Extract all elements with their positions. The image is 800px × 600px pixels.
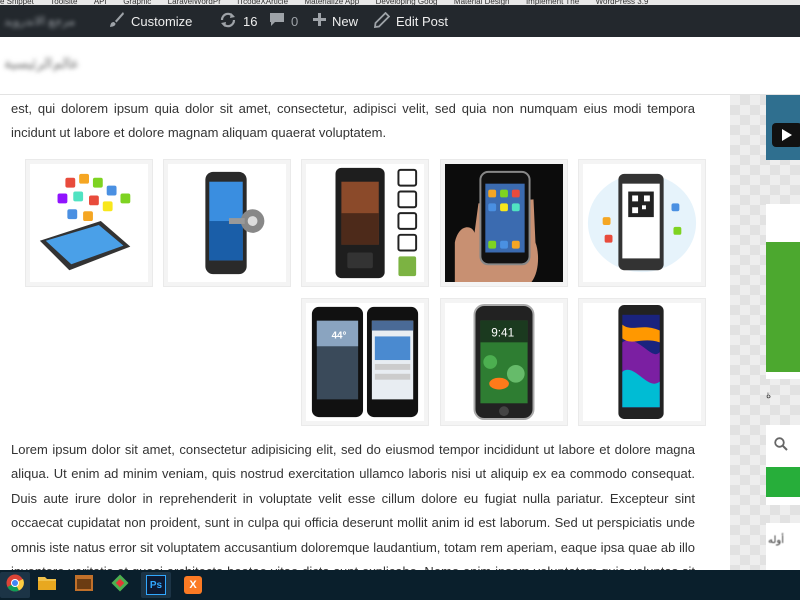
gallery-thumbnail[interactable]: 9:41 (440, 298, 568, 426)
admin-bar: مرجع الاندرويد Customize 16 0 New Edit P… (0, 5, 800, 37)
nav-item[interactable]: الرئيسية (4, 55, 52, 72)
gallery-thumbnail[interactable] (578, 298, 706, 426)
updates-count: 16 (243, 13, 258, 29)
nav-item[interactable]: عالم (53, 55, 79, 72)
bookmark[interactable]: Developing Goog (376, 0, 438, 5)
sidebar-widget (766, 204, 800, 379)
gallery-thumbnail[interactable]: 44° (301, 298, 429, 426)
rugged-phone-image (306, 164, 424, 282)
comment-bubble-icon (269, 12, 285, 30)
edit-post-button[interactable]: Edit Post (373, 5, 449, 37)
gallery-thumbnail[interactable] (440, 159, 568, 287)
photoshop-taskbar-button[interactable]: Ps (141, 572, 171, 598)
play-icon[interactable] (772, 123, 800, 147)
sidebar-widget: أوله (766, 523, 800, 570)
bookmark[interactable]: Implement The (526, 0, 579, 5)
qr-code-phone-image (583, 164, 701, 282)
new-content-button[interactable]: New (313, 5, 358, 37)
galaxy-phone-image (583, 303, 701, 421)
sidebar: ة أوله (730, 95, 800, 570)
plus-icon (313, 13, 326, 29)
chrome-taskbar-button[interactable] (0, 572, 30, 598)
bookmark[interactable]: API (94, 0, 107, 5)
weather-temperature: 44° (332, 330, 347, 341)
iphone-clownfish-image: 9:41 (445, 303, 563, 421)
comments-button[interactable]: 0 (269, 5, 298, 37)
edit-post-label: Edit Post (396, 13, 449, 29)
bookmark[interactable]: iTcodeXArticle (237, 0, 288, 5)
refresh-icon (219, 12, 237, 31)
bookmark[interactable]: Material Design (454, 0, 510, 5)
sidebar-search-widget (766, 425, 800, 505)
bookmark[interactable]: Toolsite (50, 0, 77, 5)
hand-iphone-image (445, 164, 563, 282)
bookmark[interactable]: e Snippet (0, 0, 34, 5)
photoshop-icon: Ps (146, 575, 166, 595)
chrome-icon (6, 574, 24, 597)
customize-label: Customize (131, 13, 193, 29)
xampp-icon: X (184, 576, 202, 594)
phone-clock: 9:41 (491, 325, 514, 339)
bookmark[interactable]: Graphic (123, 0, 151, 5)
sidebar-label: ة (766, 390, 772, 401)
gallery-thumbnail[interactable] (25, 159, 153, 287)
site-header: عالم الرئيسية (0, 37, 800, 95)
gallery-thumbnail[interactable] (163, 159, 291, 287)
phone-key-image (168, 164, 286, 282)
intro-paragraph: est, qui dolorem ipsum quia dolor sit am… (11, 101, 695, 141)
git-diamond-icon (111, 574, 129, 597)
sidebar-banner[interactable] (766, 242, 800, 372)
gallery-thumbnail[interactable] (578, 159, 706, 287)
paintbrush-icon (108, 11, 125, 31)
app-taskbar-button[interactable] (69, 572, 99, 598)
article-content: est, qui dolorem ipsum quia dolor sit am… (0, 95, 730, 570)
new-label: New (332, 13, 359, 29)
bookmark[interactable]: LaravelWordPr (168, 0, 221, 5)
xampp-taskbar-button[interactable]: X (178, 572, 208, 598)
pencil-icon (373, 11, 391, 31)
window-app-icon (75, 574, 93, 596)
two-iphones-image: 44° (306, 303, 424, 421)
bookmark[interactable]: WordPress 3.9 (596, 0, 649, 5)
bookmark[interactable]: Materialize App (304, 0, 359, 5)
app-icons-phone-image (30, 164, 148, 282)
search-submit-button[interactable] (766, 467, 800, 497)
body-paragraph: Lorem ipsum dolor sit amet, consectetur … (11, 442, 695, 570)
updates-button[interactable]: 16 (219, 5, 257, 37)
sidebar-widget-title: أوله (768, 535, 785, 546)
search-icon[interactable] (774, 437, 788, 456)
explorer-taskbar-button[interactable] (32, 572, 62, 598)
comments-count: 0 (291, 13, 299, 29)
sidebar-video-thumbnail[interactable] (766, 95, 800, 160)
gallery-thumbnail[interactable] (301, 159, 429, 287)
folder-icon (38, 575, 56, 596)
site-name-link[interactable]: مرجع الاندرويد (4, 5, 75, 37)
customize-button[interactable]: Customize (108, 5, 192, 37)
taskbar: Ps X (0, 570, 800, 600)
git-taskbar-button[interactable] (105, 572, 135, 598)
